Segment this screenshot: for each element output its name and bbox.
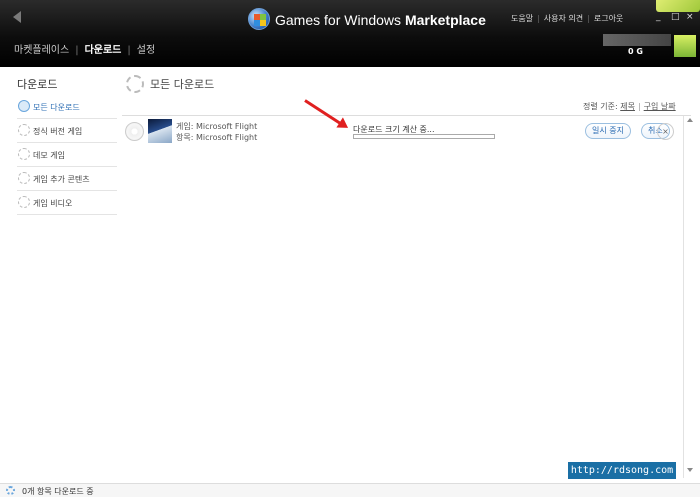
scroll-down-icon[interactable] bbox=[687, 468, 693, 472]
logout-link[interactable]: 로그아웃 bbox=[594, 14, 623, 23]
page-title: 모든 다운로드 bbox=[150, 78, 215, 91]
sidebar-item-label: 데모 게임 bbox=[33, 151, 65, 160]
download-icon bbox=[18, 100, 30, 112]
sidebar-item-label: 모든 다운로드 bbox=[33, 103, 80, 112]
gamerscore: 0 G bbox=[628, 47, 643, 56]
download-progress bbox=[353, 134, 495, 139]
app-title: Games for Windows Marketplace bbox=[275, 12, 486, 28]
sidebar-item-full-games[interactable]: 정식 버전 게임 bbox=[17, 121, 117, 143]
download-spinner-icon bbox=[126, 75, 144, 93]
watermark: http://rdsong.com bbox=[568, 462, 676, 479]
scrollbar[interactable] bbox=[683, 116, 695, 478]
games-for-windows-logo-icon bbox=[248, 8, 270, 30]
back-arrow-icon[interactable] bbox=[13, 11, 21, 23]
feedback-link[interactable]: 사용자 의견 bbox=[544, 14, 583, 23]
scroll-up-icon[interactable] bbox=[687, 118, 693, 122]
video-icon bbox=[18, 196, 30, 208]
sidebar-item-label: 게임 비디오 bbox=[33, 199, 73, 208]
nav-downloads[interactable]: 다운로드 bbox=[85, 45, 122, 56]
sidebar-item-label: 정식 버전 게임 bbox=[33, 127, 83, 136]
sidebar-heading: 다운로드 bbox=[17, 78, 58, 91]
sort-label: 정렬 기준: bbox=[583, 102, 618, 111]
download-spinner-icon bbox=[6, 486, 15, 495]
sort-by-purchase-date[interactable]: 구입 날짜 bbox=[644, 102, 676, 111]
sidebar-item-all-downloads[interactable]: 모든 다운로드 bbox=[17, 97, 117, 119]
corner-decoration bbox=[656, 0, 700, 12]
title-bar: Games for Windows Marketplace 도움말 | 사용자 의견… bbox=[0, 0, 700, 67]
sidebar-item-label: 게임 추가 콘텐츠 bbox=[33, 175, 90, 184]
main-nav: 마켓플레이스 | 다운로드 | 설정 bbox=[14, 45, 156, 56]
gamertag-redacted bbox=[603, 34, 671, 46]
minimize-button[interactable]: _ bbox=[656, 12, 661, 22]
avatar[interactable] bbox=[674, 35, 696, 57]
sort-control: 정렬 기준: 제목 | 구입 날짜 bbox=[583, 102, 676, 111]
add-on-icon bbox=[18, 172, 30, 184]
game-name: 게임: Microsoft Flight bbox=[176, 122, 258, 131]
download-meta: 게임: Microsoft Flight 항목: Microsoft Fligh… bbox=[176, 121, 257, 143]
disc-icon bbox=[125, 122, 144, 141]
sidebar-item-add-ons[interactable]: 게임 추가 콘텐츠 bbox=[17, 169, 117, 191]
demo-icon bbox=[18, 148, 30, 160]
pause-button[interactable]: 일시 중지 bbox=[585, 123, 631, 139]
maximize-button[interactable]: □ bbox=[671, 12, 680, 22]
close-icon[interactable]: × bbox=[657, 123, 674, 140]
game-thumbnail bbox=[148, 119, 172, 143]
status-text: 0개 항목 다운로드 중 bbox=[22, 487, 94, 496]
item-name: 항목: Microsoft Flight bbox=[176, 133, 258, 142]
disc-icon bbox=[18, 124, 30, 136]
help-link[interactable]: 도움말 bbox=[511, 14, 533, 23]
sidebar-item-demos[interactable]: 데모 게임 bbox=[17, 145, 117, 167]
sort-by-title[interactable]: 제목 bbox=[620, 102, 635, 111]
close-window-button[interactable]: × bbox=[686, 12, 694, 22]
header-links: 도움말 | 사용자 의견 | 로그아웃 bbox=[511, 14, 624, 23]
status-bar: 0개 항목 다운로드 중 bbox=[0, 483, 700, 497]
sidebar-item-videos[interactable]: 게임 비디오 bbox=[17, 193, 117, 215]
nav-settings[interactable]: 설정 bbox=[137, 45, 155, 56]
download-row: 게임: Microsoft Flight 항목: Microsoft Fligh… bbox=[122, 116, 691, 146]
nav-marketplace[interactable]: 마켓플레이스 bbox=[14, 45, 69, 56]
